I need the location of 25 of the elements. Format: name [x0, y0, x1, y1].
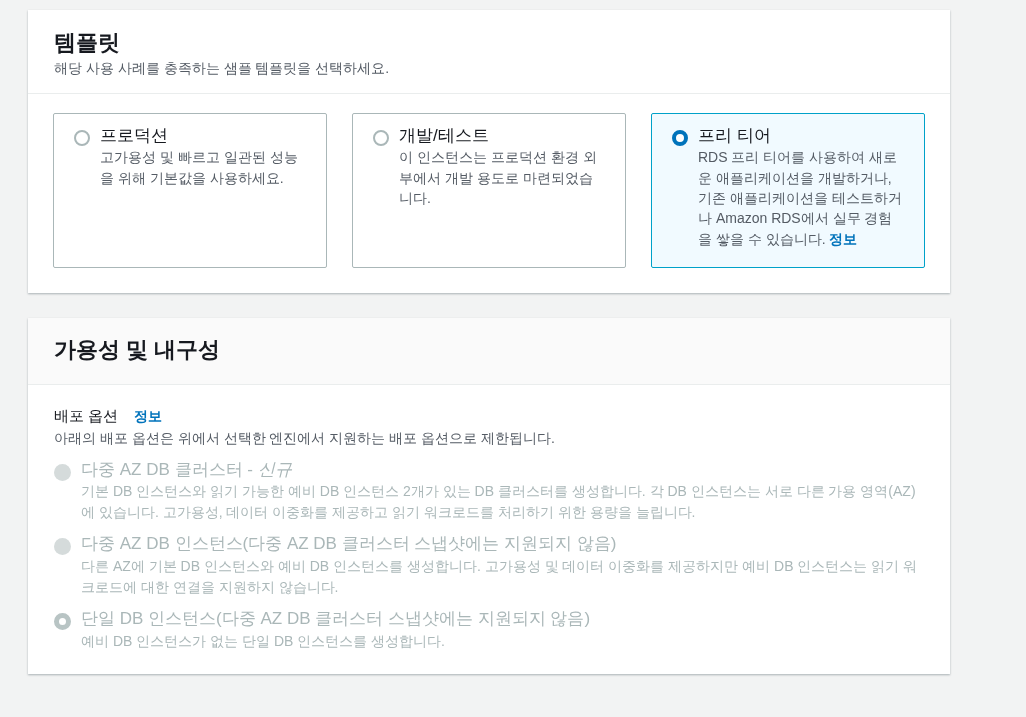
section-title: 가용성 및 내구성: [54, 335, 222, 364]
info-link[interactable]: 정보: [829, 230, 858, 247]
tile-description: RDS 프리 티어를 사용하여 새로운 애플리케이션을 개발하거나, 기존 애플리케이션을 테스트하거나 Amazon RDS에서 실무 경험을 쌓을 수 있습니다. 정보: [698, 148, 903, 249]
template-tile[interactable]: 프로덕션 고가용성 및 빠르고 일관된 성능을 위해 기본값을 사용하세요.: [53, 112, 327, 268]
tile-label: 프리 티어: [698, 124, 772, 147]
template-tile[interactable]: 개발/테스트 이 인스턴스는 프로덕션 환경 외부에서 개발 용도로 마련되었습니다.: [352, 112, 626, 268]
tile-description: 이 인스턴스는 프로덕션 환경 외부에서 개발 용도로 마련되었습니다.: [399, 148, 598, 208]
option-description: 다른 AZ에 기본 DB 인스턴스와 예비 DB 인스턴스를 생성합니다. 고가용성 및 데이터 이중화를 제공하지만 예비 DB 인스턴스는 읽기 워크로드에 대한 연결을 지원하지 않습니다.: [81, 557, 919, 598]
tile-description: 고가용성 및 빠르고 일관된 성능을 위해 기본값을 사용하세요.: [100, 148, 299, 188]
tile-label: 개발/테스트: [399, 124, 490, 147]
tile-label: 프로덕션: [100, 124, 169, 147]
section-title: 템플릿: [54, 29, 121, 57]
radio-button[interactable]: [672, 129, 688, 146]
template-tile[interactable]: 프리 티어 RDS 프리 티어를 사용하여 새로운 애플리케이션을 개발하거나, 기존 애플리케이션을 테스트하거나 Amazon RDS에서 실무 경험을 쌓을 수 있습니다. 정보: [651, 112, 925, 268]
option-description: 기본 DB 인스턴스와 읽기 가능한 예비 DB 인스턴스 2개가 있는 DB 클러스터를 생성합니다. 각 DB 인스턴스는 서로 다른 가용 영역(AZ)에 있습니다. 고가용성, 데이터 이중화를 제공하고 읽기 워크로드를 처리하기 위한 용량을 늘립니다.: [81, 482, 917, 523]
info-link[interactable]: 정보: [134, 406, 163, 428]
radio-button[interactable]: [74, 129, 90, 146]
option-label: 단일 DB 인스턴스(다중 AZ DB 클러스터 스냅샷에는 지원되지 않음): [81, 608, 591, 631]
field-description: 아래의 배포 옵션은 위에서 선택한 엔진에서 지원하는 배포 옵션으로 제한됩니다.: [54, 428, 556, 448]
radio-button[interactable]: [373, 129, 389, 146]
option-label: 다중 AZ DB 인스턴스(다중 AZ DB 클러스터 스냅샷에는 지원되지 않음): [81, 533, 618, 556]
option-description: 예비 DB 인스턴스가 없는 단일 DB 인스턴스를 생성합니다.: [81, 632, 446, 652]
field-label: 배포 옵션: [54, 406, 119, 427]
option-label: 다중 AZ DB 클러스터 - 신규: [81, 458, 293, 481]
section-description: 해당 사용 사례를 충족하는 샘플 템플릿을 선택하세요.: [54, 58, 391, 78]
